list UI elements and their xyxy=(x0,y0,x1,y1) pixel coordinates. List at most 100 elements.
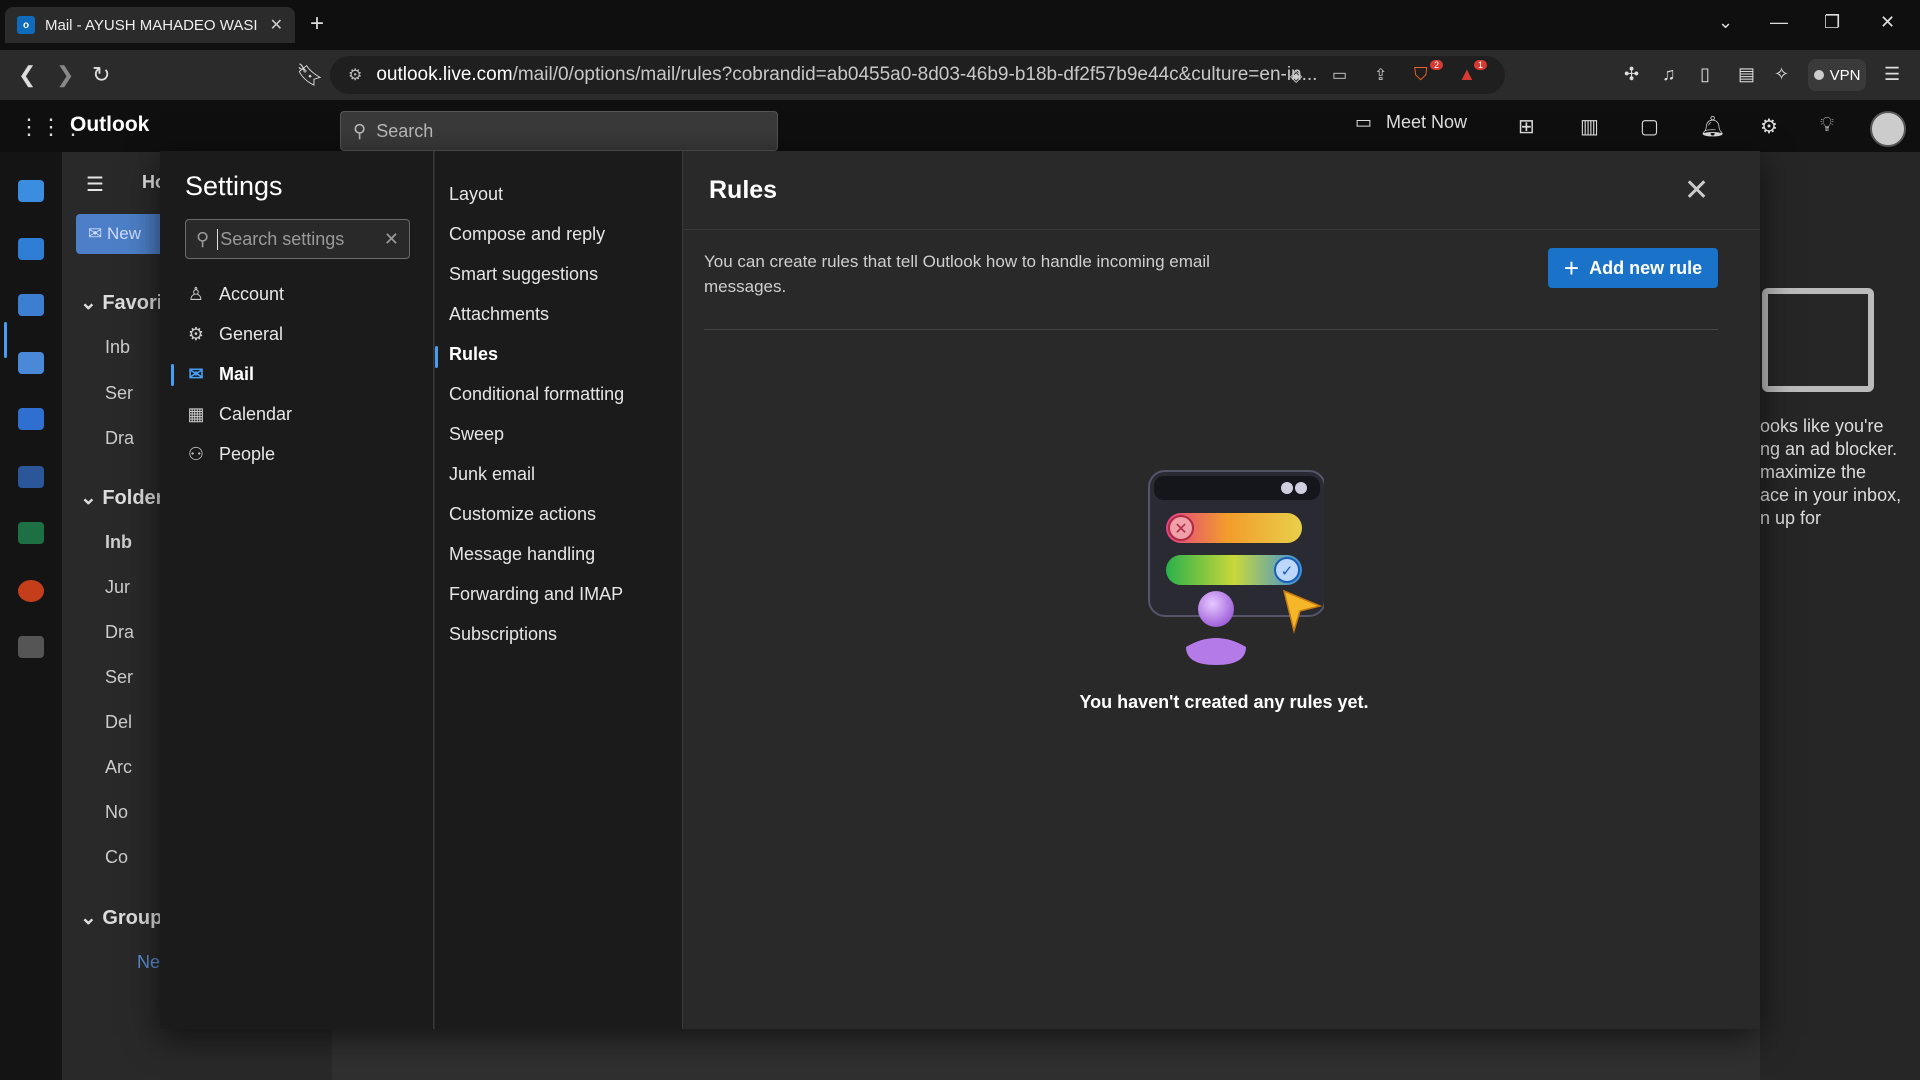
brave-shield-icon[interactable]: ⛉ xyxy=(1414,64,1428,85)
sidebar-icon[interactable]: ▯ xyxy=(1700,64,1710,85)
app-title: Outlook xyxy=(70,113,150,136)
folder-item[interactable]: Inb xyxy=(105,532,132,553)
minimize-button[interactable]: — xyxy=(1770,12,1788,33)
extension-diamond-icon[interactable]: ◈ xyxy=(1290,66,1302,86)
gear-icon: ⚙ xyxy=(187,324,205,344)
cast-icon[interactable]: ▭ xyxy=(1332,65,1347,85)
category-mail[interactable]: ✉ Mail xyxy=(185,364,254,385)
add-new-rule-button[interactable]: + Add new rule xyxy=(1548,248,1718,288)
settings-gear-icon[interactable]: ⚙ xyxy=(1760,114,1778,139)
bookmark-icon[interactable]: 🔖︎ xyxy=(296,62,324,88)
subcategory-junk-email[interactable]: Junk email xyxy=(449,464,535,485)
new-group-link[interactable]: Ne xyxy=(137,952,160,973)
close-tab-icon[interactable]: ✕ xyxy=(270,15,283,35)
subcategory-layout[interactable]: Layout xyxy=(449,184,503,205)
folder-item[interactable]: Del xyxy=(105,712,132,733)
fav-item[interactable]: Dra xyxy=(105,428,134,449)
subcategory-compose-and-reply[interactable]: Compose and reply xyxy=(449,224,605,245)
folder-item[interactable]: Arc xyxy=(105,757,132,778)
subcategory-attachments[interactable]: Attachments xyxy=(449,304,549,325)
calendar-icon: ▦ xyxy=(187,404,205,424)
groups-app-icon[interactable] xyxy=(18,352,44,374)
folders-heading[interactable]: ⌄ Folder xyxy=(80,485,163,510)
folder-item[interactable]: Co xyxy=(105,847,128,868)
groups-heading[interactable]: ⌄ Group xyxy=(80,905,162,930)
todo-app-icon[interactable] xyxy=(18,408,44,430)
excel-app-icon[interactable] xyxy=(18,522,44,544)
vpn-button[interactable]: VPN xyxy=(1808,59,1866,91)
onenote-icon[interactable]: ▥ xyxy=(1580,114,1599,139)
app-rail xyxy=(0,152,62,1080)
subcategory-conditional-formatting[interactable]: Conditional formatting xyxy=(449,384,624,405)
new-tab-button[interactable]: + xyxy=(310,10,324,38)
subcategory-rules[interactable]: Rules xyxy=(449,344,498,365)
forward-button[interactable]: ❯ xyxy=(56,62,74,88)
folder-item[interactable]: Ser xyxy=(105,667,133,688)
folder-item[interactable]: Jur xyxy=(105,577,130,598)
vpn-label: VPN xyxy=(1829,66,1861,84)
browser-tab[interactable]: o Mail - AYUSH MAHADEO WASI ✕ xyxy=(5,7,295,43)
tips-lightbulb-icon[interactable]: 💡︎ xyxy=(1820,114,1834,137)
address-bar[interactable]: ⚙ outlook.live.com/mail/0/options/mail/r… xyxy=(330,56,1505,94)
teams-icon[interactable]: ⊞ xyxy=(1518,114,1535,139)
settings-search-input[interactable]: ⚲ Search settings ✕ xyxy=(185,219,410,259)
restore-button[interactable]: ❐ xyxy=(1824,12,1840,33)
search-box[interactable]: ⚲ Search xyxy=(340,111,778,151)
category-calendar[interactable]: ▦ Calendar xyxy=(185,404,292,425)
mail-icon: ✉ xyxy=(188,364,204,384)
folder-item[interactable]: No xyxy=(105,802,128,823)
fav-item[interactable]: Inb xyxy=(105,337,130,358)
close-settings-button[interactable]: ✕ xyxy=(1684,173,1709,208)
active-subcategory-indicator xyxy=(435,346,438,368)
clear-search-icon[interactable]: ✕ xyxy=(384,229,399,250)
share-icon[interactable]: ⇪ xyxy=(1374,65,1387,85)
subcategory-smart-suggestions[interactable]: Smart suggestions xyxy=(449,264,598,285)
folder-item[interactable]: Dra xyxy=(105,622,134,643)
tab-list-chevron-icon[interactable]: ⌄ xyxy=(1718,12,1733,33)
powerpoint-app-icon[interactable] xyxy=(18,580,44,602)
avatar[interactable] xyxy=(1870,111,1906,147)
reload-button[interactable]: ↻ xyxy=(92,62,110,88)
subcategory-message-handling[interactable]: Message handling xyxy=(449,544,595,565)
url-text[interactable]: outlook.live.com/mail/0/options/mail/rul… xyxy=(376,64,1317,86)
subcategory-forwarding-and-imap[interactable]: Forwarding and IMAP xyxy=(449,584,623,605)
rail-active-indicator xyxy=(4,322,7,358)
mail-app-icon[interactable] xyxy=(18,180,44,202)
fav-item[interactable]: Ser xyxy=(105,383,133,404)
svg-text:✕: ✕ xyxy=(1174,519,1187,538)
svg-text:✓: ✓ xyxy=(1281,562,1294,580)
category-people[interactable]: ⚇ People xyxy=(185,444,275,465)
leo-ai-icon[interactable]: ✧ xyxy=(1774,64,1789,85)
rewards-count-badge: 1 xyxy=(1474,60,1488,70)
empty-state-message: You haven't created any rules yet. xyxy=(1079,692,1369,712)
page-title: Rules xyxy=(709,176,778,204)
subcategory-subscriptions[interactable]: Subscriptions xyxy=(449,624,557,645)
people-app-icon[interactable] xyxy=(18,294,44,316)
meet-now-button[interactable]: ▭ Meet Now xyxy=(1355,112,1467,133)
wallet-icon[interactable]: ▤ xyxy=(1738,64,1755,85)
browser-tabstrip: o Mail - AYUSH MAHADEO WASI ✕ + ⌄ — ❐ ✕ xyxy=(0,0,1920,50)
my-day-icon[interactable]: ▢ xyxy=(1640,114,1659,139)
category-label: Mail xyxy=(219,364,255,384)
category-general[interactable]: ⚙ General xyxy=(185,324,283,345)
word-app-icon[interactable] xyxy=(18,466,44,488)
media-icon[interactable]: ♫ xyxy=(1662,64,1676,85)
back-button[interactable]: ❮ xyxy=(18,62,36,88)
subcategory-customize-actions[interactable]: Customize actions xyxy=(449,504,596,525)
more-apps-icon[interactable] xyxy=(18,636,44,658)
empty-rules-illustration: ✕ ✓ xyxy=(1148,470,1324,665)
rewards-icon[interactable]: ▲ xyxy=(1458,64,1476,85)
close-window-button[interactable]: ✕ xyxy=(1880,12,1895,33)
vpn-status-icon xyxy=(1813,70,1824,80)
browser-menu-icon[interactable]: ☰ xyxy=(1884,64,1900,85)
category-label: Account xyxy=(219,284,285,304)
category-account[interactable]: ♙ Account xyxy=(185,284,284,305)
favorites-heading[interactable]: ⌄ Favori xyxy=(80,290,162,315)
hamburger-menu-icon[interactable]: ☰ xyxy=(86,172,104,197)
calendar-app-icon[interactable] xyxy=(18,238,44,260)
outlook-header: ⋮⋮⋮ Outlook ⚲ Search ▭ Meet Now ⊞ ▥ ▢ 🔔︎… xyxy=(0,100,1920,152)
notifications-bell-icon[interactable]: 🔔︎ xyxy=(1700,114,1725,139)
extensions-icon[interactable]: ✣ xyxy=(1624,64,1639,85)
site-settings-icon[interactable]: ⚙ xyxy=(348,65,362,85)
subcategory-sweep[interactable]: Sweep xyxy=(449,424,504,445)
